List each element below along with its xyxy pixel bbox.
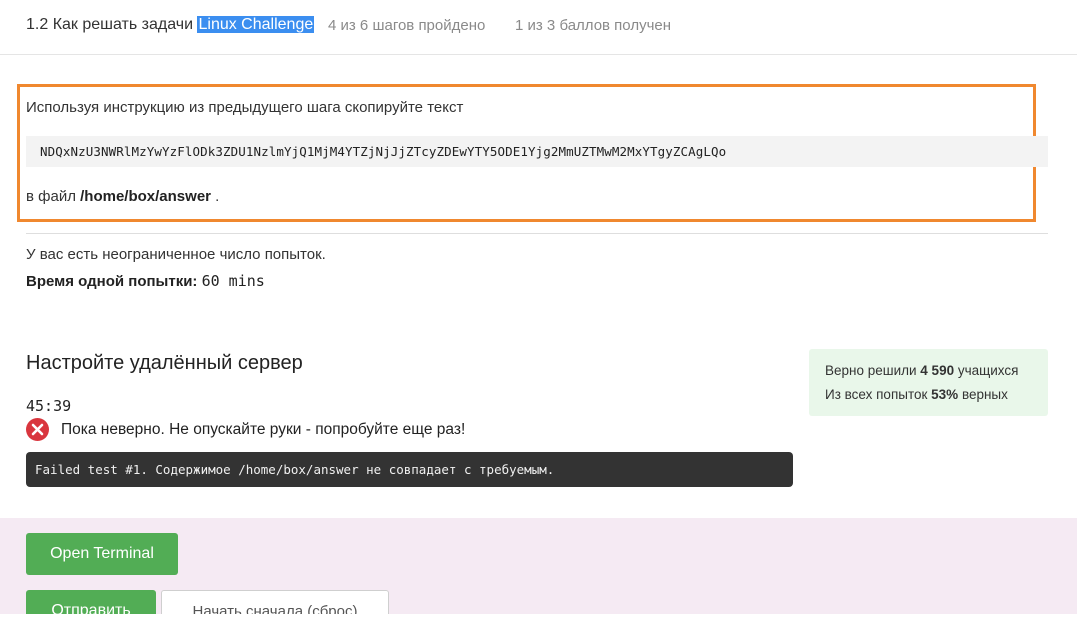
divider xyxy=(26,233,1048,234)
score-progress: 1 из 3 баллов получен xyxy=(515,17,672,34)
error-circle-icon xyxy=(26,418,49,441)
status-message: Пока неверно. Не опускайте руки - попроб… xyxy=(61,421,466,438)
step-title-prefix: 1.2 Как решать задачи xyxy=(26,16,198,33)
file-suffix: . xyxy=(211,188,220,205)
code-block: NDQxNzU3NWRlMzYwYzFlODk3ZDU1NzlmYjQ1MjM4… xyxy=(26,136,1048,167)
open-terminal-button[interactable]: Open Terminal xyxy=(26,533,178,575)
rate-stat: Из всех попыток 53% верных xyxy=(825,387,1008,402)
console-text: Failed test #1. Содержимое /home/box/ans… xyxy=(35,462,555,477)
attempt-time-value: 60 mins xyxy=(201,272,265,290)
attempt-time: Время одной попытки: 60 mins xyxy=(26,272,265,290)
step-title-highlight: Linux Challenge xyxy=(197,16,315,33)
file-prefix: в файл xyxy=(26,188,81,205)
test-output-console: Failed test #1. Содержимое /home/box/ans… xyxy=(26,452,793,487)
solved-count: 4 590 xyxy=(920,363,955,378)
file-path: /home/box/answer xyxy=(80,188,211,205)
code-text: NDQxNzU3NWRlMzYwYzFlODk3ZDU1NzlmYjQ1MjM4… xyxy=(40,144,727,159)
steps-progress: 4 из 6 шагов пройдено xyxy=(328,17,486,34)
attempts-info: У вас есть неограниченное число попыток. xyxy=(26,246,326,263)
solved-stat: Верно решили 4 590 учащихся xyxy=(825,363,1019,378)
task-instruction: Используя инструкцию из предыдущего шага… xyxy=(26,99,464,116)
viewport-bottom-edge xyxy=(0,614,1077,640)
countdown-timer: 45:39 xyxy=(26,397,72,415)
file-instruction: в файл /home/box/answer . xyxy=(26,188,219,205)
attempt-time-label: Время одной попытки: xyxy=(26,273,198,290)
server-section-title: Настройте удалённый сервер xyxy=(26,352,303,374)
rate-value: 53% xyxy=(931,387,959,402)
step-title: 1.2 Как решать задачи Linux Challenge xyxy=(26,16,315,34)
step-header: 1.2 Как решать задачи Linux Challenge 4 … xyxy=(0,0,1077,55)
solution-stats: Верно решили 4 590 учащихся Из всех попы… xyxy=(809,349,1048,416)
